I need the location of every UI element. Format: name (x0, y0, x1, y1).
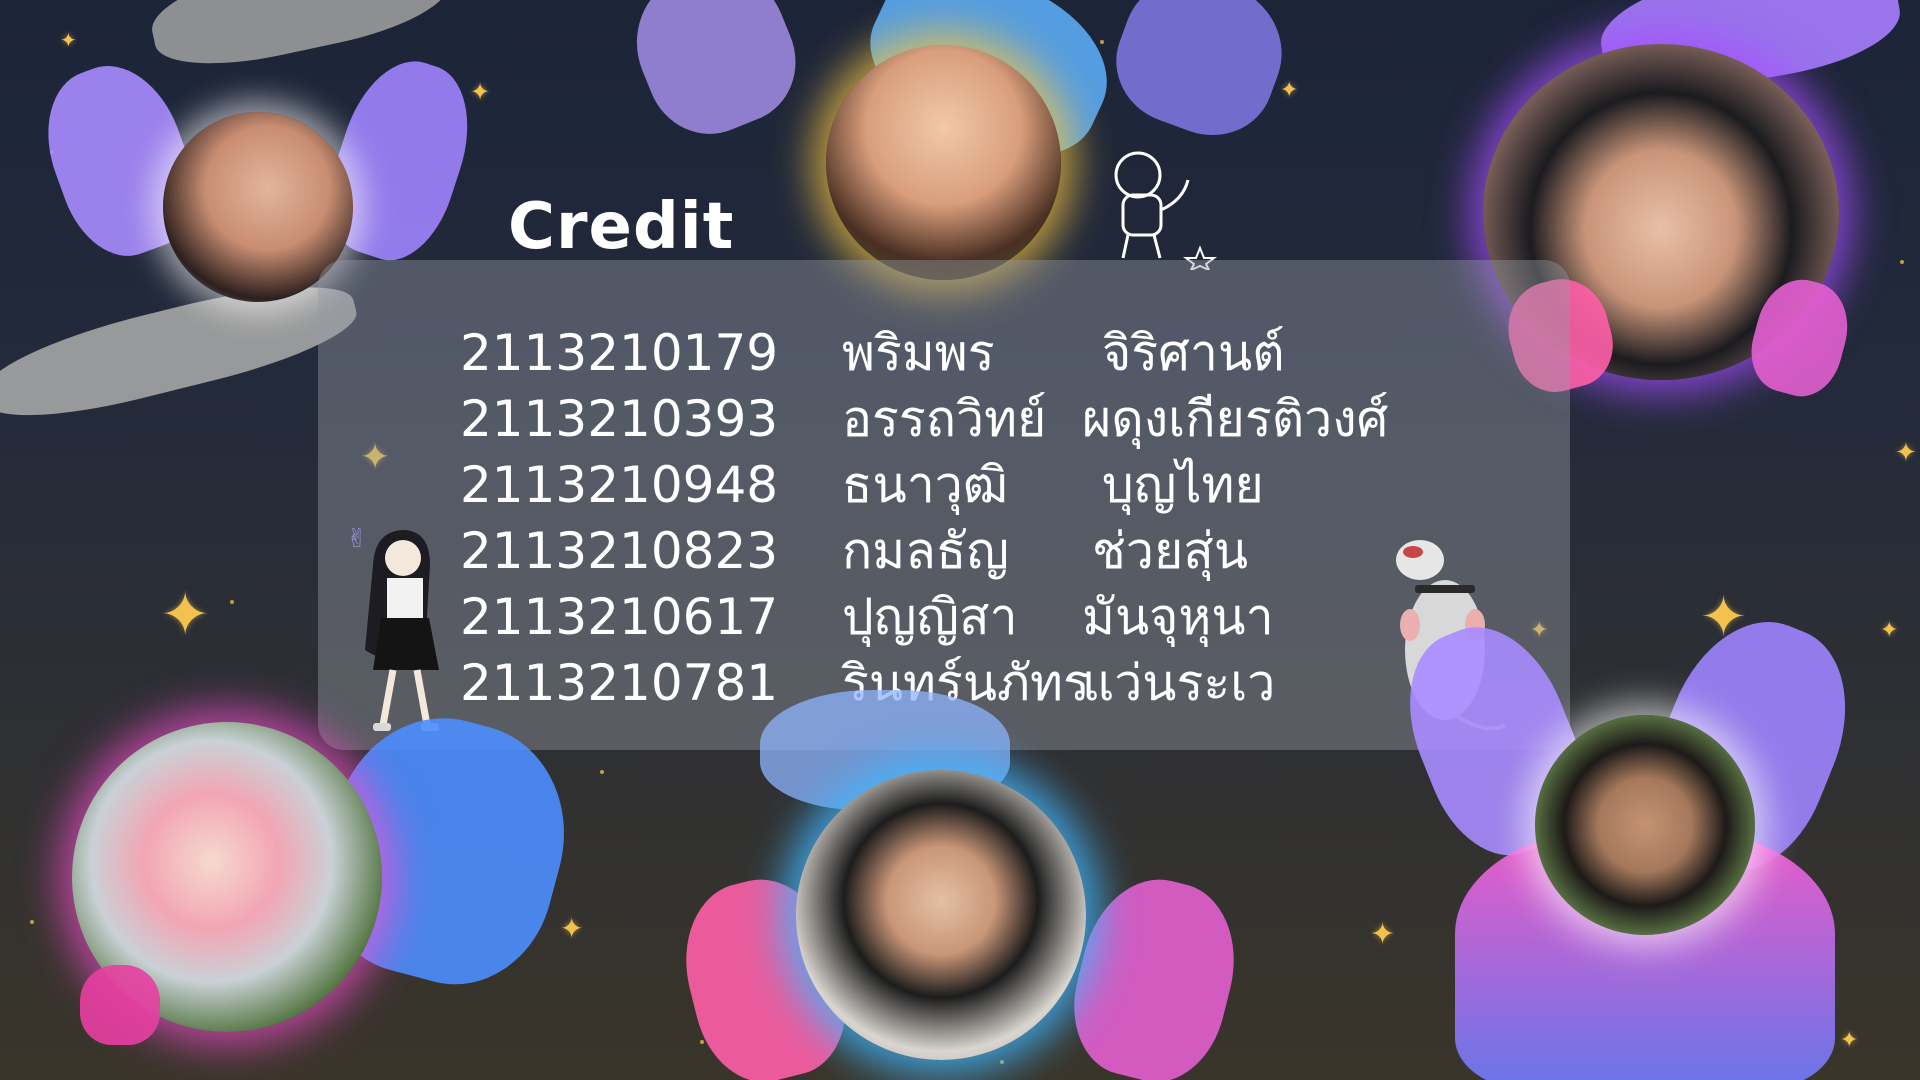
sparkle-dot (1900, 260, 1904, 264)
sparkle-icon: ✦ (1370, 917, 1396, 952)
sparkle-icon: ✦ (1880, 618, 1899, 643)
credit-row: 2113210179 พริมพร จิริศานต์ (460, 320, 1500, 386)
purple-hand-right (1099, 0, 1301, 153)
credit-row: 2113210393 อรรถวิทย์ ผดุงเกียรติวงศ์ (460, 386, 1500, 452)
sparkle-dot (600, 770, 604, 774)
sparkle-icon: ✦ (160, 580, 211, 650)
sparkle-dot (1000, 1060, 1004, 1064)
member-photo (826, 45, 1061, 280)
sparkle-icon: ✦ (560, 912, 584, 945)
purple-hand-left (615, 0, 815, 153)
page-title: Credit (508, 190, 735, 264)
last-name: แว่นระเว (1082, 653, 1276, 712)
sparkle-icon: ✦ (470, 78, 491, 106)
sparkle-dot (30, 920, 34, 924)
member-photo (1535, 715, 1755, 935)
grey-hand-bottom (0, 265, 365, 435)
member-avatar (796, 770, 1086, 1060)
student-id: 2113210781 (460, 654, 779, 712)
student-id: 2113210617 (460, 588, 779, 646)
sparkle-icon: ✦ (1280, 78, 1299, 103)
peace-hand-icon: ✌ (346, 524, 368, 554)
credit-row: 2113210948 ธนาวุฒิ บุญไทย (460, 452, 1500, 518)
sparkle-dot (230, 600, 234, 604)
sparkle-icon: ✦ (60, 28, 77, 52)
credit-row: 2113210781 รินทร์นภัทร แว่นระเว (460, 650, 1500, 716)
sparkle-dot (1100, 40, 1104, 44)
member-avatar (826, 45, 1061, 280)
student-id: 2113210948 (460, 456, 779, 514)
credit-row: 2113210617 ปุญญิสา มันจุหุนา (460, 584, 1500, 650)
student-id: 2113210393 (460, 390, 779, 448)
student-id: 2113210823 (460, 522, 779, 580)
student-id: 2113210179 (460, 324, 779, 382)
pink-fist (80, 965, 160, 1045)
credit-list: 2113210179 พริมพร จิริศานต์ 2113210393 อ… (460, 320, 1500, 716)
member-avatar (1535, 715, 1755, 935)
credit-slide: ✦ ✦ ✦ ✦ ✦ ✦ ✦ ✦ ✦ ✦ ✦ ✦ Credit 211321017… (0, 0, 1920, 1080)
sparkle-icon: ✦ (1840, 1028, 1859, 1053)
pink-hand-right (1058, 864, 1252, 1080)
astronaut-sketch-icon (1114, 151, 1217, 270)
member-photo (796, 770, 1086, 1060)
sparkle-icon: ✦ (1895, 438, 1917, 468)
credit-row: 2113210823 กมลธัญ ช่วยสุ่น (460, 518, 1500, 584)
sparkle-dot (700, 1040, 704, 1044)
